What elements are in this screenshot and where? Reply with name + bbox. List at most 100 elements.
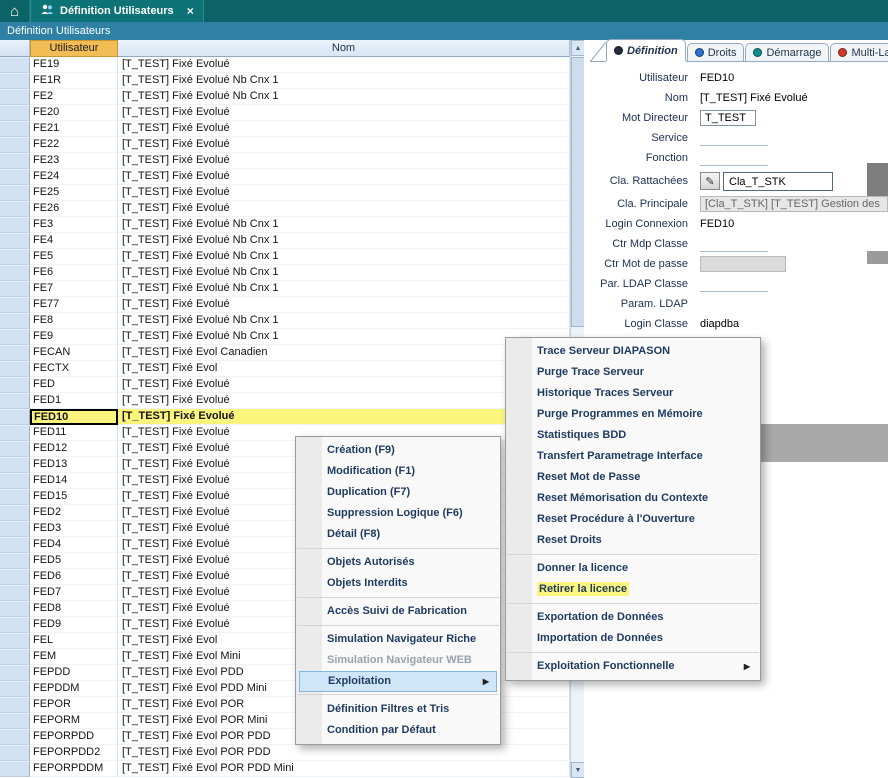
- row-selector-cell[interactable]: [0, 569, 30, 585]
- row-selector-cell[interactable]: [0, 489, 30, 505]
- submenu-item[interactable]: Reset Mémorisation du Contexte ▶: [509, 488, 757, 509]
- row-selector-cell[interactable]: [0, 393, 30, 409]
- cutoff-button-bottom[interactable]: [867, 251, 888, 264]
- user-cell[interactable]: FEPDDM: [30, 681, 118, 697]
- menu-item[interactable]: Objets Autorisés ▶: [299, 552, 497, 573]
- row-selector-cell[interactable]: [0, 249, 30, 265]
- menu-item[interactable]: Exploitation ▶: [299, 671, 497, 692]
- row-selector-cell[interactable]: [0, 761, 30, 777]
- cutoff-button-top[interactable]: [867, 163, 888, 196]
- user-cell[interactable]: FED13: [30, 457, 118, 473]
- field-value[interactable]: diapdba: [700, 318, 739, 330]
- submenu-item[interactable]: Exploitation Fonctionnelle ▶: [509, 656, 757, 677]
- menu-item[interactable]: Accès Suivi de Fabrication ▶: [299, 601, 497, 622]
- table-row[interactable]: FE6 [T_TEST] Fixé Evolué Nb Cnx 1: [0, 265, 570, 281]
- row-selector-cell[interactable]: [0, 137, 30, 153]
- user-cell[interactable]: FE1R: [30, 73, 118, 89]
- table-row[interactable]: FE23 [T_TEST] Fixé Evolué: [0, 153, 570, 169]
- user-cell[interactable]: FE26: [30, 201, 118, 217]
- submenu-item[interactable]: Transfert Parametrage Interface ▶: [509, 446, 757, 467]
- row-selector-cell[interactable]: [0, 521, 30, 537]
- table-row[interactable]: FE1R [T_TEST] Fixé Evolué Nb Cnx 1: [0, 73, 570, 89]
- menu-item[interactable]: Modification (F1) ▶: [299, 461, 497, 482]
- row-selector-cell[interactable]: [0, 73, 30, 89]
- scrollbar-thumb[interactable]: [571, 57, 584, 327]
- user-cell[interactable]: FECAN: [30, 345, 118, 361]
- tab-close-icon[interactable]: ×: [187, 4, 194, 18]
- table-row[interactable]: FE25 [T_TEST] Fixé Evolué: [0, 185, 570, 201]
- user-cell[interactable]: FED3: [30, 521, 118, 537]
- submenu-item[interactable]: Purge Programmes en Mémoire ▶: [509, 404, 757, 425]
- table-row[interactable]: FE3 [T_TEST] Fixé Evolué Nb Cnx 1: [0, 217, 570, 233]
- user-cell[interactable]: FE24: [30, 169, 118, 185]
- name-cell[interactable]: [T_TEST] Fixé Evolué: [118, 393, 570, 409]
- table-row[interactable]: FE21 [T_TEST] Fixé Evolué: [0, 121, 570, 137]
- row-selector-header[interactable]: [0, 40, 30, 57]
- row-selector-cell[interactable]: [0, 169, 30, 185]
- name-cell[interactable]: [T_TEST] Fixé Evolué: [118, 121, 570, 137]
- name-cell[interactable]: [T_TEST] Fixé Evolué Nb Cnx 1: [118, 329, 570, 345]
- user-cell[interactable]: FE77: [30, 297, 118, 313]
- field-value[interactable]: Cla_T_STK: [723, 172, 833, 191]
- home-button[interactable]: ⌂: [0, 0, 30, 22]
- row-selector-cell[interactable]: [0, 153, 30, 169]
- row-selector-cell[interactable]: [0, 297, 30, 313]
- user-cell[interactable]: FED14: [30, 473, 118, 489]
- user-cell[interactable]: FE2: [30, 89, 118, 105]
- table-row[interactable]: FE9 [T_TEST] Fixé Evolué Nb Cnx 1: [0, 329, 570, 345]
- name-cell[interactable]: [T_TEST] Fixé Evolué Nb Cnx 1: [118, 249, 570, 265]
- submenu-item[interactable]: Historique Traces Serveur ▶: [509, 383, 757, 404]
- user-cell[interactable]: FED10: [30, 409, 118, 425]
- row-selector-cell[interactable]: [0, 217, 30, 233]
- name-cell[interactable]: [T_TEST] Fixé Evol POR PDD: [118, 745, 570, 761]
- user-cell[interactable]: FEPORPDDM: [30, 761, 118, 777]
- menu-item[interactable]: Définition Filtres et Tris ▶: [299, 699, 497, 720]
- table-row[interactable]: FE20 [T_TEST] Fixé Evolué: [0, 105, 570, 121]
- user-cell[interactable]: FECTX: [30, 361, 118, 377]
- row-selector-cell[interactable]: [0, 105, 30, 121]
- user-cell[interactable]: FED4: [30, 537, 118, 553]
- name-cell[interactable]: [T_TEST] Fixé Evolué: [118, 297, 570, 313]
- name-cell[interactable]: [T_TEST] Fixé Evolué: [118, 409, 570, 425]
- table-row[interactable]: FE5 [T_TEST] Fixé Evolué Nb Cnx 1: [0, 249, 570, 265]
- table-row[interactable]: FE8 [T_TEST] Fixé Evolué Nb Cnx 1: [0, 313, 570, 329]
- name-cell[interactable]: [T_TEST] Fixé Evolué: [118, 169, 570, 185]
- user-cell[interactable]: FED1: [30, 393, 118, 409]
- document-tab[interactable]: Définition Utilisateurs ×: [30, 0, 204, 22]
- submenu-item[interactable]: Exportation de Données ▶: [509, 607, 757, 628]
- table-row[interactable]: FE19 [T_TEST] Fixé Evolué: [0, 57, 570, 73]
- field-value[interactable]: FED10: [700, 72, 734, 84]
- user-cell[interactable]: FED7: [30, 585, 118, 601]
- table-row[interactable]: FED [T_TEST] Fixé Evolué: [0, 377, 570, 393]
- menu-item[interactable]: Détail (F8) ▶: [299, 524, 497, 545]
- menu-item[interactable]: Simulation Navigateur WEB ▶: [299, 650, 497, 671]
- name-cell[interactable]: [T_TEST] Fixé Evolué: [118, 201, 570, 217]
- row-selector-cell[interactable]: [0, 265, 30, 281]
- row-selector-cell[interactable]: [0, 585, 30, 601]
- panel-tab[interactable]: Définition: [606, 39, 686, 61]
- user-cell[interactable]: FE21: [30, 121, 118, 137]
- user-cell[interactable]: FEL: [30, 633, 118, 649]
- user-cell[interactable]: FE6: [30, 265, 118, 281]
- row-selector-cell[interactable]: [0, 345, 30, 361]
- submenu-item[interactable]: Purge Trace Serveur ▶: [509, 362, 757, 383]
- panel-tab[interactable]: Droits: [687, 43, 745, 61]
- name-cell[interactable]: [T_TEST] Fixé Evolué Nb Cnx 1: [118, 281, 570, 297]
- table-row[interactable]: FE2 [T_TEST] Fixé Evolué Nb Cnx 1: [0, 89, 570, 105]
- row-selector-cell[interactable]: [0, 329, 30, 345]
- name-cell[interactable]: [T_TEST] Fixé Evolué Nb Cnx 1: [118, 233, 570, 249]
- user-cell[interactable]: FE20: [30, 105, 118, 121]
- submenu-item[interactable]: Reset Procédure à l'Ouverture ▶: [509, 509, 757, 530]
- submenu-item[interactable]: Retirer la licence ▶: [509, 579, 757, 600]
- table-row[interactable]: FE26 [T_TEST] Fixé Evolué: [0, 201, 570, 217]
- field-value[interactable]: T_TEST: [700, 110, 756, 126]
- row-selector-cell[interactable]: [0, 633, 30, 649]
- scroll-down-button[interactable]: ▼: [571, 762, 584, 778]
- row-selector-cell[interactable]: [0, 121, 30, 137]
- user-cell[interactable]: FED15: [30, 489, 118, 505]
- name-cell[interactable]: [T_TEST] Fixé Evolué Nb Cnx 1: [118, 265, 570, 281]
- table-row[interactable]: FEPORPDD2 [T_TEST] Fixé Evol POR PDD: [0, 745, 570, 761]
- submenu-item[interactable]: Reset Mot de Passe ▶: [509, 467, 757, 488]
- table-row[interactable]: FED10 [T_TEST] Fixé Evolué: [0, 409, 570, 425]
- user-cell[interactable]: FED8: [30, 601, 118, 617]
